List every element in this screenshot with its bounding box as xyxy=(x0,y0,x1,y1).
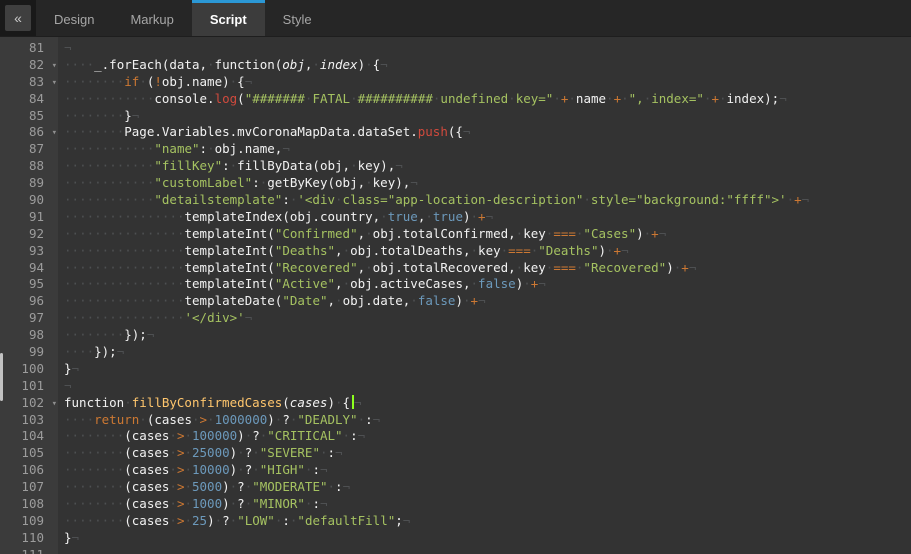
code-line[interactable]: ····_.forEach(data,·function(obj,·index)… xyxy=(58,57,911,74)
code-line[interactable]: ········(cases·>·5000)·?·"MODERATE"·:¬ xyxy=(58,479,911,496)
line-number: 82▾ xyxy=(0,57,58,74)
line-number: 89 xyxy=(0,175,58,192)
tab-style[interactable]: Style xyxy=(265,0,330,36)
line-number: 97 xyxy=(0,310,58,327)
line-number: 103 xyxy=(0,412,58,429)
fold-toggle-icon[interactable]: ▾ xyxy=(52,125,57,142)
line-number: 95 xyxy=(0,276,58,293)
line-number: 101 xyxy=(0,378,58,395)
code-line[interactable]: ····return·(cases·>·1000000)·?·"DEADLY"·… xyxy=(58,412,911,429)
line-number: 98 xyxy=(0,327,58,344)
code-line[interactable]: ········(cases·>·1000)·?·"MINOR"·:¬ xyxy=(58,496,911,513)
code-line[interactable]: ············"fillKey":·fillByData(obj,·k… xyxy=(58,158,911,175)
code-line[interactable]: ············"customLabel":·getByKey(obj,… xyxy=(58,175,911,192)
code-line[interactable]: ················templateInt("Active",·ob… xyxy=(58,276,911,293)
tab-label: Style xyxy=(283,12,312,27)
code-line[interactable]: ············"name":·obj.name,¬ xyxy=(58,141,911,158)
line-number: 108 xyxy=(0,496,58,513)
code-line[interactable]: }¬ xyxy=(58,361,911,378)
line-number: 104 xyxy=(0,428,58,445)
fold-toggle-icon[interactable]: ▾ xyxy=(52,58,57,75)
code-line[interactable]: ········if·(!obj.name)·{¬ xyxy=(58,74,911,91)
line-number: 88 xyxy=(0,158,58,175)
code-line[interactable]: ········(cases·>·10000)·?·"HIGH"·:¬ xyxy=(58,462,911,479)
line-number: 111 xyxy=(0,547,58,554)
scrollbar-thumb[interactable] xyxy=(0,353,3,401)
line-number: 96 xyxy=(0,293,58,310)
tab-label: Script xyxy=(210,12,247,27)
line-number: 107 xyxy=(0,479,58,496)
editor-tab-bar: « Design Markup Script Style xyxy=(0,0,911,37)
code-line[interactable]: ········});¬ xyxy=(58,327,911,344)
collapse-strip: « xyxy=(0,0,36,36)
fold-toggle-icon[interactable]: ▾ xyxy=(52,75,57,92)
code-editor[interactable]: 8182▾83▾848586▾8788899091929394959697989… xyxy=(0,37,911,554)
gutter: 8182▾83▾848586▾8788899091929394959697989… xyxy=(0,37,58,554)
code-line[interactable]: ················templateInt("Deaths",·ob… xyxy=(58,243,911,260)
line-number: 105 xyxy=(0,445,58,462)
line-number: 110 xyxy=(0,530,58,547)
code-line[interactable]: function·fillByConfirmedCases(cases)·{¬ xyxy=(58,395,911,412)
code-line[interactable]: ················templateInt("Confirmed",… xyxy=(58,226,911,243)
tab-label: Markup xyxy=(130,12,173,27)
fold-toggle-icon[interactable]: ▾ xyxy=(52,396,57,413)
code-line[interactable]: ················templateDate("Date",·obj… xyxy=(58,293,911,310)
chevron-double-left-icon: « xyxy=(14,10,22,26)
line-number: 109 xyxy=(0,513,58,530)
code-line[interactable]: }¬ xyxy=(58,530,911,547)
code-line[interactable]: ············"detailstemplate":·'<div·cla… xyxy=(58,192,911,209)
code-line[interactable]: ················templateIndex(obj.countr… xyxy=(58,209,911,226)
line-number: 83▾ xyxy=(0,74,58,91)
tab-design[interactable]: Design xyxy=(36,0,112,36)
code-line[interactable]: ················'</div>'¬ xyxy=(58,310,911,327)
line-number: 84 xyxy=(0,91,58,108)
code-line[interactable]: ¬ xyxy=(58,547,911,554)
line-number: 90 xyxy=(0,192,58,209)
line-number: 91 xyxy=(0,209,58,226)
line-number: 86▾ xyxy=(0,124,58,141)
code-line[interactable]: ········Page.Variables.mvCoronaMapData.d… xyxy=(58,124,911,141)
line-number: 92 xyxy=(0,226,58,243)
code-line[interactable]: ············console.log("#######·FATAL·#… xyxy=(58,91,911,108)
tab-script[interactable]: Script xyxy=(192,0,265,36)
code-line[interactable]: ¬ xyxy=(58,378,911,395)
line-number: 102▾ xyxy=(0,395,58,412)
tab-markup[interactable]: Markup xyxy=(112,0,191,36)
code-line[interactable]: ········}¬ xyxy=(58,108,911,125)
tab-label: Design xyxy=(54,12,94,27)
line-number: 94 xyxy=(0,260,58,277)
code-area[interactable]: ¬····_.forEach(data,·function(obj,·index… xyxy=(58,37,911,554)
line-number: 81 xyxy=(0,40,58,57)
line-number: 100 xyxy=(0,361,58,378)
collapse-panel-button[interactable]: « xyxy=(5,5,31,31)
code-line[interactable]: ¬ xyxy=(58,40,911,57)
code-line[interactable]: ········(cases·>·25)·?·"LOW"·:·"defaultF… xyxy=(58,513,911,530)
line-number: 106 xyxy=(0,462,58,479)
code-line[interactable]: ········(cases·>·100000)·?·"CRITICAL"·:¬ xyxy=(58,428,911,445)
code-line[interactable]: ········(cases·>·25000)·?·"SEVERE"·:¬ xyxy=(58,445,911,462)
text-cursor xyxy=(352,395,354,409)
line-number: 93 xyxy=(0,243,58,260)
line-number: 85 xyxy=(0,108,58,125)
line-number: 99 xyxy=(0,344,58,361)
line-number: 87 xyxy=(0,141,58,158)
code-line[interactable]: ····});¬ xyxy=(58,344,911,361)
script-editor-window: « Design Markup Script Style 8182▾83▾848… xyxy=(0,0,911,554)
code-line[interactable]: ················templateInt("Recovered",… xyxy=(58,260,911,277)
